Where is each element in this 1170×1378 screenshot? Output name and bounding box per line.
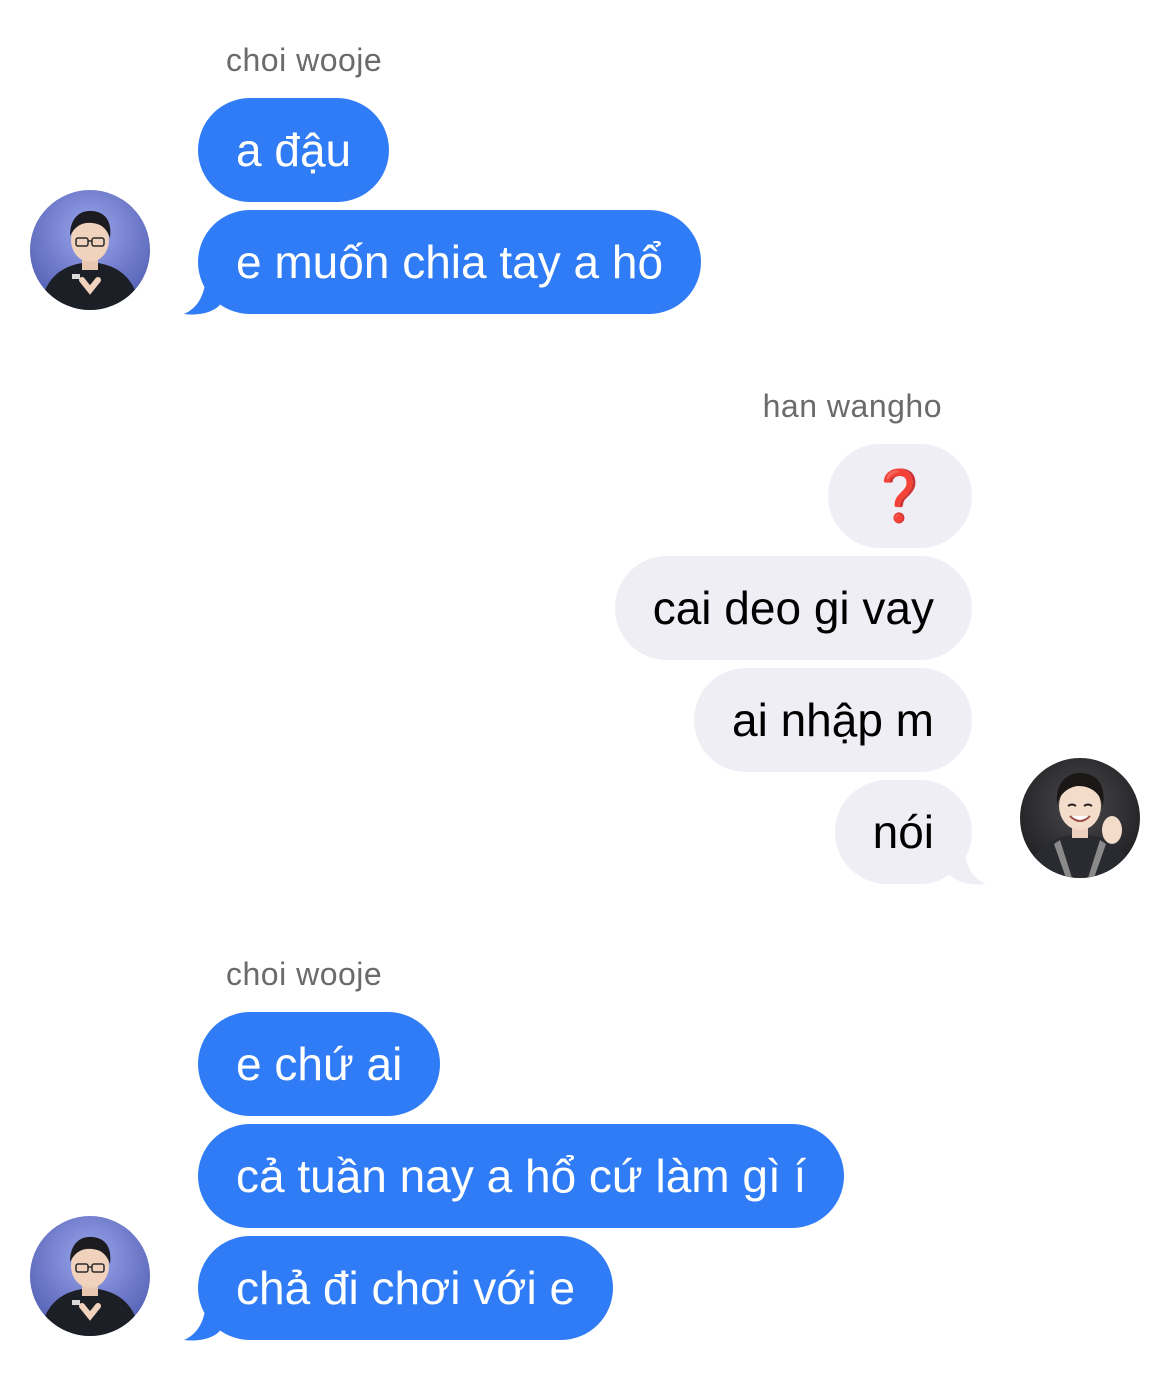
- question-mark-emoji: ❓: [868, 468, 932, 524]
- avatar-photo-icon: [1020, 758, 1140, 878]
- sender-name: choi wooje: [226, 956, 383, 992]
- bubble-tail-incoming: [184, 272, 222, 315]
- message-bubble-outgoing[interactable]: ❓: [828, 444, 972, 548]
- message-bubble-incoming[interactable]: cả tuần nay a hổ cứ làm gì í: [198, 1124, 845, 1228]
- sender-name: choi wooje: [226, 42, 383, 78]
- message-bubble-outgoing[interactable]: cai deo gi vay: [614, 556, 972, 660]
- message-bubble-incoming[interactable]: e chứ ai: [198, 1012, 441, 1116]
- avatar-choi-wooje[interactable]: [30, 1216, 150, 1336]
- avatar-photo-icon: [30, 1216, 150, 1336]
- avatar-han-wangho[interactable]: [1020, 758, 1140, 878]
- avatar-choi-wooje[interactable]: [30, 190, 150, 310]
- sender-name: han wangho: [762, 388, 942, 424]
- avatar-photo-icon: [30, 190, 150, 310]
- message-bubble-outgoing[interactable]: ai nhập m: [693, 668, 972, 772]
- message-bubble-incoming[interactable]: chả đi chơi với e: [198, 1236, 614, 1340]
- bubble-tail-outgoing: [948, 842, 986, 885]
- message-bubble-incoming[interactable]: a đậu: [198, 98, 390, 202]
- bubble-tail-incoming: [184, 1298, 222, 1341]
- message-bubble-incoming[interactable]: e muốn chia tay a hổ: [198, 210, 702, 314]
